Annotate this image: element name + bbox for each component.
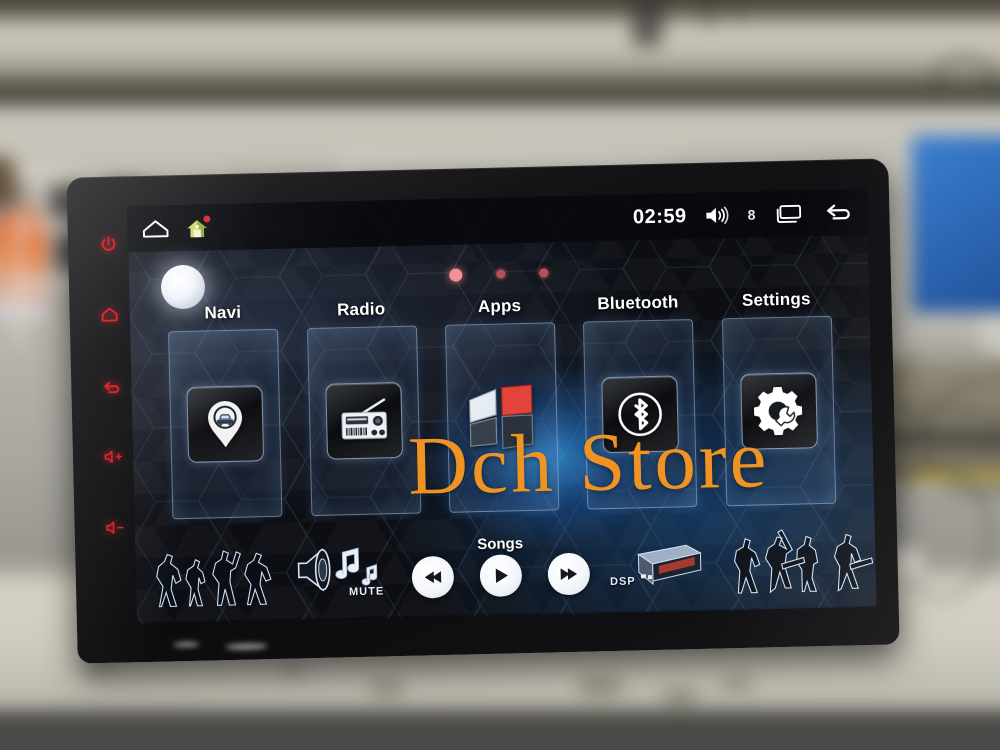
volume-level: 8	[747, 206, 756, 223]
media-title: Songs	[477, 534, 524, 553]
clock: 02:59	[632, 204, 687, 228]
dsp-button[interactable]: DSP	[605, 525, 727, 598]
volume-up-key[interactable]	[100, 443, 127, 470]
page-indicator[interactable]	[449, 266, 549, 282]
bezel-glare-1	[173, 641, 200, 648]
speaker-icon[interactable]	[704, 204, 730, 227]
app-settings-panel[interactable]	[721, 315, 837, 507]
app-navi[interactable]: Navi	[153, 298, 297, 523]
app-bluetooth-label: Bluetooth	[597, 292, 679, 314]
back-arrow-icon[interactable]	[821, 200, 854, 225]
page-dot-3[interactable]	[539, 268, 549, 278]
car-head-unit: 02:59 8 Navi Radio Apps Bluetooth Settin…	[66, 158, 900, 664]
app-radio-panel[interactable]	[306, 325, 422, 517]
touchscreen-display[interactable]: 02:59 8 Navi Radio Apps Bluetooth Settin…	[127, 188, 877, 625]
gear-wrench-icon[interactable]	[740, 372, 818, 450]
back-key[interactable]	[98, 372, 125, 399]
band-silhouette-art	[725, 522, 877, 596]
home-outline-icon[interactable]	[141, 217, 170, 240]
windows-panes-icon[interactable]	[464, 380, 540, 456]
app-navi-label: Navi	[204, 302, 242, 323]
page-dot-1[interactable]	[449, 268, 463, 282]
previous-button[interactable]	[411, 555, 455, 599]
power-key[interactable]	[95, 230, 122, 257]
app-apps[interactable]: Apps	[430, 292, 574, 517]
mute-button[interactable]: MUTE	[285, 533, 397, 606]
mute-label: MUTE	[348, 585, 385, 599]
radio-icon[interactable]	[324, 381, 403, 460]
app-bluetooth[interactable]: Bluetooth	[568, 289, 712, 514]
map-pin-car-icon[interactable]	[186, 385, 265, 463]
app-settings-label: Settings	[741, 289, 811, 310]
app-bluetooth-panel[interactable]	[583, 319, 698, 510]
volume-down-key[interactable]	[101, 514, 128, 541]
media-controls: Songs	[395, 533, 606, 599]
recents-icon[interactable]	[773, 202, 804, 225]
app-radio-label: Radio	[336, 299, 386, 320]
dancers-silhouette-art	[135, 536, 287, 610]
app-settings[interactable]: Settings	[707, 285, 851, 510]
app-navi-panel[interactable]	[168, 328, 283, 520]
app-apps-label: Apps	[477, 296, 522, 317]
next-button[interactable]	[547, 552, 591, 596]
screenshot-photo: 02:59 8 Navi Radio Apps Bluetooth Settin…	[0, 0, 1000, 750]
app-shortcut-row: Navi Radio Apps Bluetooth Settings	[153, 285, 850, 523]
app-radio[interactable]: Radio	[292, 295, 436, 520]
page-dot-2[interactable]	[496, 269, 506, 279]
home-color-icon[interactable]	[185, 214, 211, 239]
notification-badge	[203, 214, 211, 223]
home-key[interactable]	[96, 301, 123, 328]
dsp-module-icon	[637, 544, 702, 586]
bluetooth-icon[interactable]	[601, 375, 680, 454]
bezel-glare-2	[225, 643, 268, 651]
app-apps-panel[interactable]	[444, 322, 560, 513]
play-button[interactable]	[479, 553, 523, 597]
dsp-label: DSP	[609, 575, 636, 589]
bottom-dock: MUTE Songs DSP	[135, 515, 877, 616]
